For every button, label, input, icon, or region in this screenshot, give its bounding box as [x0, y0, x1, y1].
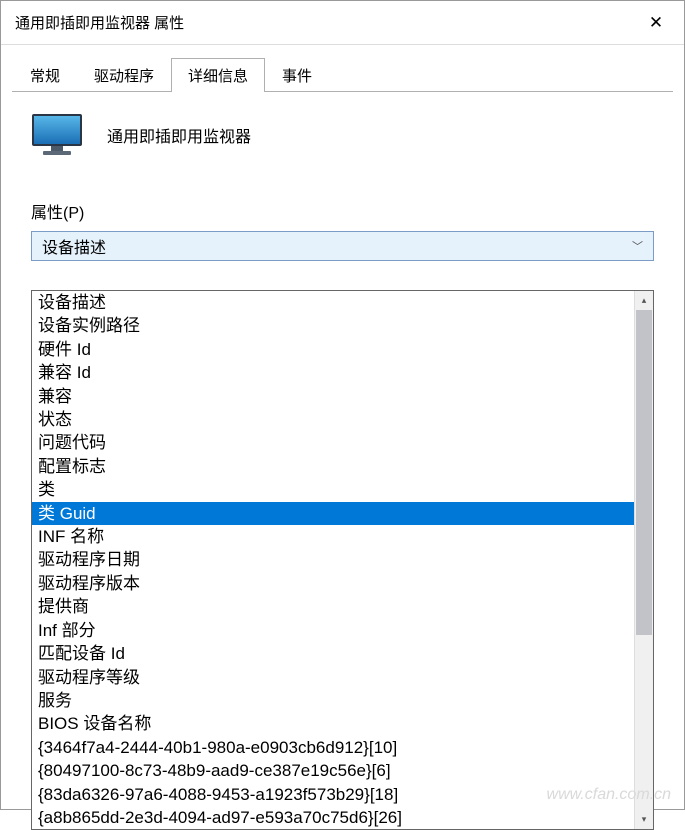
- list-item[interactable]: 硬件 Id: [32, 338, 634, 361]
- list-item[interactable]: 兼容: [32, 385, 634, 408]
- chevron-down-icon: ﹀: [632, 238, 643, 254]
- list-item[interactable]: 服务: [32, 689, 634, 712]
- titlebar: 通用即插即用监视器 属性 ✕: [1, 1, 684, 45]
- list-item[interactable]: 兼容 Id: [32, 361, 634, 384]
- close-icon: ✕: [649, 13, 663, 33]
- listbox-viewport: 设备描述设备实例路径硬件 Id兼容 Id兼容状态问题代码配置标志类类 GuidI…: [32, 291, 634, 829]
- list-item[interactable]: INF 名称: [32, 525, 634, 548]
- list-item[interactable]: 设备描述: [32, 291, 634, 314]
- list-item[interactable]: 匹配设备 Id: [32, 642, 634, 665]
- list-item[interactable]: 问题代码: [32, 431, 634, 454]
- device-header: 通用即插即用监视器: [31, 113, 654, 157]
- list-item[interactable]: 设备实例路径: [32, 314, 634, 337]
- combobox-selected-text: 设备描述: [42, 234, 106, 258]
- list-item[interactable]: {a8b865dd-2e3d-4094-ad97-e593a70c75d6}[2…: [32, 806, 634, 829]
- list-item[interactable]: 类: [32, 478, 634, 501]
- list-item[interactable]: {83da6326-97a6-4088-9453-a1923f573b29}[1…: [32, 783, 634, 806]
- scrollbar-vertical: ▴ ▾: [634, 291, 653, 829]
- monitor-icon: [31, 113, 83, 157]
- window-title: 通用即插即用监视器 属性: [15, 12, 184, 33]
- scroll-down-button[interactable]: ▾: [635, 810, 653, 829]
- scrollbar-thumb[interactable]: [636, 310, 652, 635]
- close-button[interactable]: ✕: [628, 1, 684, 45]
- property-label: 属性(P): [31, 199, 654, 223]
- list-item[interactable]: BIOS 设备名称: [32, 712, 634, 735]
- tab-details[interactable]: 详细信息: [171, 58, 265, 92]
- property-dropdown-list: 设备描述设备实例路径硬件 Id兼容 Id兼容状态问题代码配置标志类类 GuidI…: [31, 290, 654, 830]
- property-combobox[interactable]: 设备描述 ﹀: [31, 231, 654, 261]
- list-item[interactable]: 配置标志: [32, 455, 634, 478]
- scrollbar-track[interactable]: [635, 310, 653, 810]
- scroll-up-button[interactable]: ▴: [635, 291, 653, 310]
- tab-general[interactable]: 常规: [13, 58, 77, 92]
- list-item[interactable]: {3464f7a4-2444-40b1-980a-e0903cb6d912}[1…: [32, 736, 634, 759]
- content-pane: 通用即插即用监视器 属性(P) 设备描述 ﹀ 设备描述设备实例路径硬件 Id兼容…: [1, 91, 684, 283]
- list-item[interactable]: 驱动程序日期: [32, 548, 634, 571]
- tab-events[interactable]: 事件: [265, 58, 329, 92]
- list-item[interactable]: 状态: [32, 408, 634, 431]
- tab-strip: 常规 驱动程序 详细信息 事件: [1, 45, 684, 91]
- list-item[interactable]: {80497100-8c73-48b9-aad9-ce387e19c56e}[6…: [32, 759, 634, 782]
- list-item[interactable]: 类 Guid: [32, 502, 634, 525]
- tab-driver[interactable]: 驱动程序: [77, 58, 171, 92]
- tab-underline: [12, 91, 673, 92]
- list-item[interactable]: Inf 部分: [32, 619, 634, 642]
- list-item[interactable]: 提供商: [32, 595, 634, 618]
- device-name: 通用即插即用监视器: [107, 123, 251, 147]
- list-item[interactable]: 驱动程序等级: [32, 666, 634, 689]
- list-item[interactable]: 驱动程序版本: [32, 572, 634, 595]
